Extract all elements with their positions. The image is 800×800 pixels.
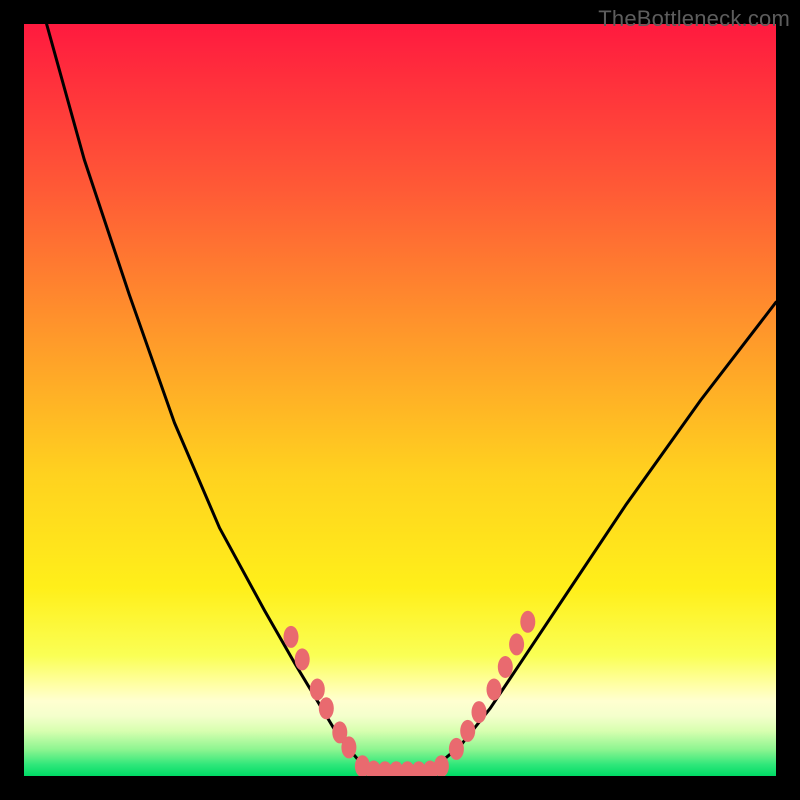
- curve-marker: [472, 701, 487, 723]
- chart-svg: [24, 24, 776, 776]
- gradient-background: [24, 24, 776, 776]
- curve-marker: [460, 720, 475, 742]
- curve-marker: [487, 679, 502, 701]
- curve-marker: [310, 679, 325, 701]
- curve-marker: [498, 656, 513, 678]
- chart-frame: TheBottleneck.com: [0, 0, 800, 800]
- curve-marker: [341, 736, 356, 758]
- plot-area: [24, 24, 776, 776]
- curve-marker: [449, 738, 464, 760]
- curve-marker: [295, 648, 310, 670]
- watermark-text: TheBottleneck.com: [598, 6, 790, 32]
- curve-marker: [284, 626, 299, 648]
- curve-marker: [319, 697, 334, 719]
- curve-marker: [520, 611, 535, 633]
- curve-marker: [509, 633, 524, 655]
